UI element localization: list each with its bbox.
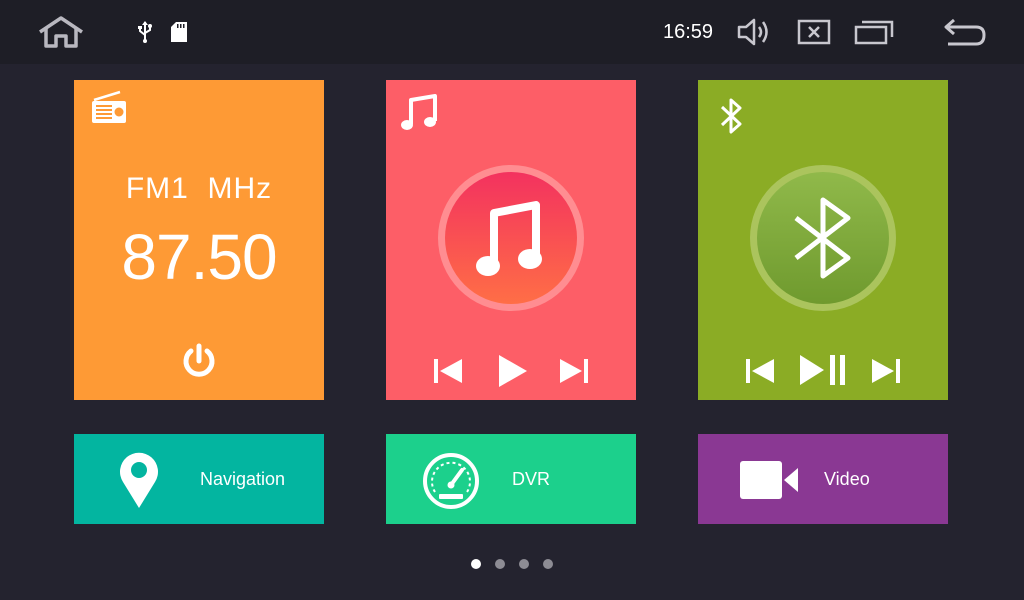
page-dot-2[interactable]: [495, 559, 505, 569]
navigation-label: Navigation: [200, 468, 286, 489]
play-pause-icon: [800, 355, 845, 385]
page-dot-1[interactable]: [471, 559, 481, 569]
sd-card-indicator: [168, 0, 190, 64]
usb-icon: [138, 21, 152, 43]
power-icon: [183, 343, 215, 377]
close-app-button[interactable]: [794, 0, 834, 64]
navigation-tile[interactable]: Navigation: [74, 434, 324, 524]
video-tile[interactable]: Video: [698, 434, 948, 524]
bluetooth-disc-icon: [750, 165, 896, 311]
previous-icon: [434, 359, 462, 383]
bluetooth-prev-button[interactable]: [742, 354, 778, 388]
volume-button[interactable]: [734, 0, 774, 64]
recent-apps-button[interactable]: [852, 0, 896, 64]
music-prev-button[interactable]: [430, 354, 466, 388]
usb-indicator: [134, 0, 156, 64]
next-icon: [872, 359, 900, 383]
status-bar: 16:59: [0, 0, 1024, 64]
video-camera-icon: [740, 461, 798, 499]
page-indicator: [466, 558, 562, 570]
page-dot-3[interactable]: [519, 559, 529, 569]
bluetooth-tile[interactable]: [698, 80, 948, 400]
radio-tile[interactable]: FM1 MHz 87.50: [74, 80, 324, 400]
bluetooth-play-pause-button[interactable]: [798, 352, 850, 388]
sd-card-icon: [171, 22, 187, 42]
previous-icon: [746, 359, 774, 383]
music-disc-icon: [438, 165, 584, 311]
bluetooth-icon: [720, 98, 742, 134]
clock: 16:59: [662, 20, 714, 43]
music-note-icon: [401, 94, 437, 130]
radio-power-button[interactable]: [178, 340, 220, 382]
next-icon: [560, 359, 588, 383]
home-button[interactable]: [34, 0, 88, 64]
radio-icon: [92, 90, 126, 123]
music-tile[interactable]: [386, 80, 636, 400]
speedometer-icon: [423, 453, 479, 509]
back-button[interactable]: [938, 0, 990, 64]
dvr-tile[interactable]: DVR: [386, 434, 636, 524]
radio-band-label: FM1 MHz: [125, 172, 273, 205]
video-label: Video: [824, 468, 870, 489]
music-next-button[interactable]: [556, 354, 592, 388]
play-icon: [499, 355, 527, 387]
close-window-icon: [797, 19, 831, 45]
music-play-button[interactable]: [494, 352, 530, 390]
volume-icon: [737, 18, 768, 46]
bluetooth-next-button[interactable]: [868, 354, 904, 388]
map-pin-icon: [120, 452, 158, 508]
page-dot-4[interactable]: [543, 559, 553, 569]
recent-apps-icon: [854, 20, 894, 45]
radio-frequency: 87.50: [121, 221, 277, 293]
home-icon: [39, 16, 83, 48]
dvr-label: DVR: [512, 468, 551, 489]
back-icon: [944, 18, 986, 46]
